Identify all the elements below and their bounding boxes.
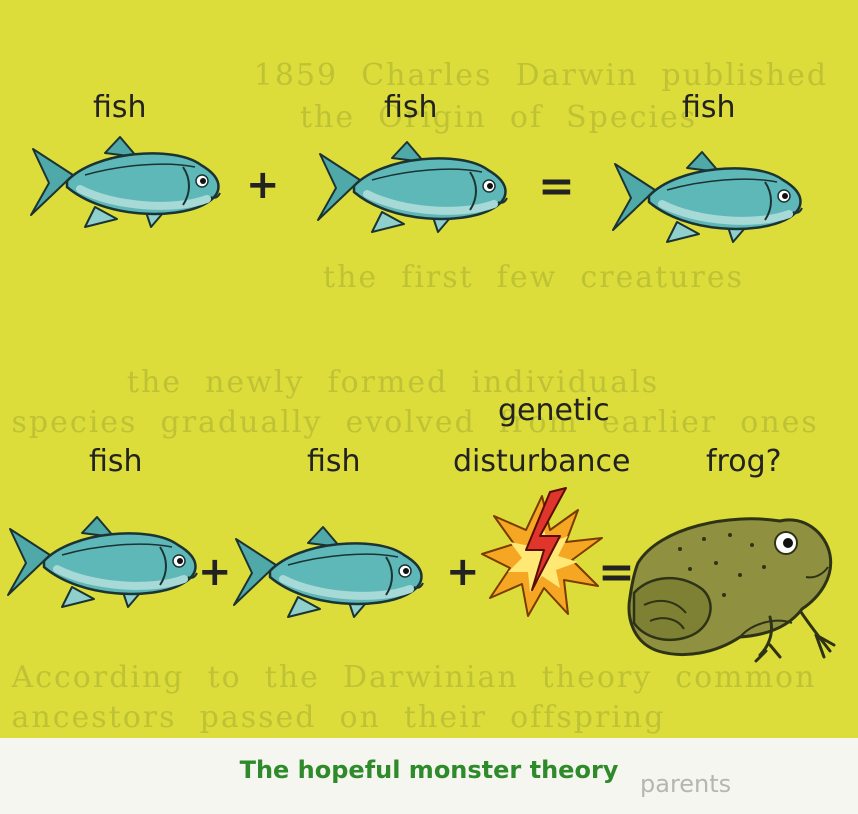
label-fish-4: fish [89, 444, 143, 479]
label-fish-5: fish [307, 444, 361, 479]
label-disturbance: disturbance [453, 444, 631, 479]
fish-illustration [30, 136, 221, 228]
fish-illustration [233, 526, 424, 618]
fish-illustration [612, 151, 803, 243]
label-frog: frog? [706, 444, 782, 479]
show-through-text: species gradually evolved from earlier o… [0, 405, 819, 440]
show-through-text: the first few creatures [0, 260, 745, 295]
label-fish-2: fish [384, 90, 438, 125]
plus-sign: + [446, 549, 480, 595]
show-through-text: 1859 Charles Darwin published [0, 58, 829, 93]
diagram-panel: 1859 Charles Darwin published the Origin… [0, 0, 858, 738]
frog-illustration [627, 517, 836, 663]
show-through-text: ancestors passed on their offspring [0, 700, 666, 735]
fish-illustration [7, 516, 198, 608]
fish-illustration [317, 141, 508, 233]
show-through-text: the newly formed individuals [0, 365, 660, 400]
plus-sign: + [198, 549, 232, 595]
label-genetic: genetic [498, 393, 610, 428]
label-fish-1: fish [93, 90, 147, 125]
label-fish-3: fish [682, 90, 736, 125]
genetic-disturbance-burst-icon [481, 487, 603, 617]
figure-caption: The hopeful monster theory [239, 756, 619, 784]
plus-sign: + [246, 162, 280, 208]
equals-sign: = [538, 161, 575, 212]
show-through-text: According to the Darwinian theory common [0, 660, 817, 695]
